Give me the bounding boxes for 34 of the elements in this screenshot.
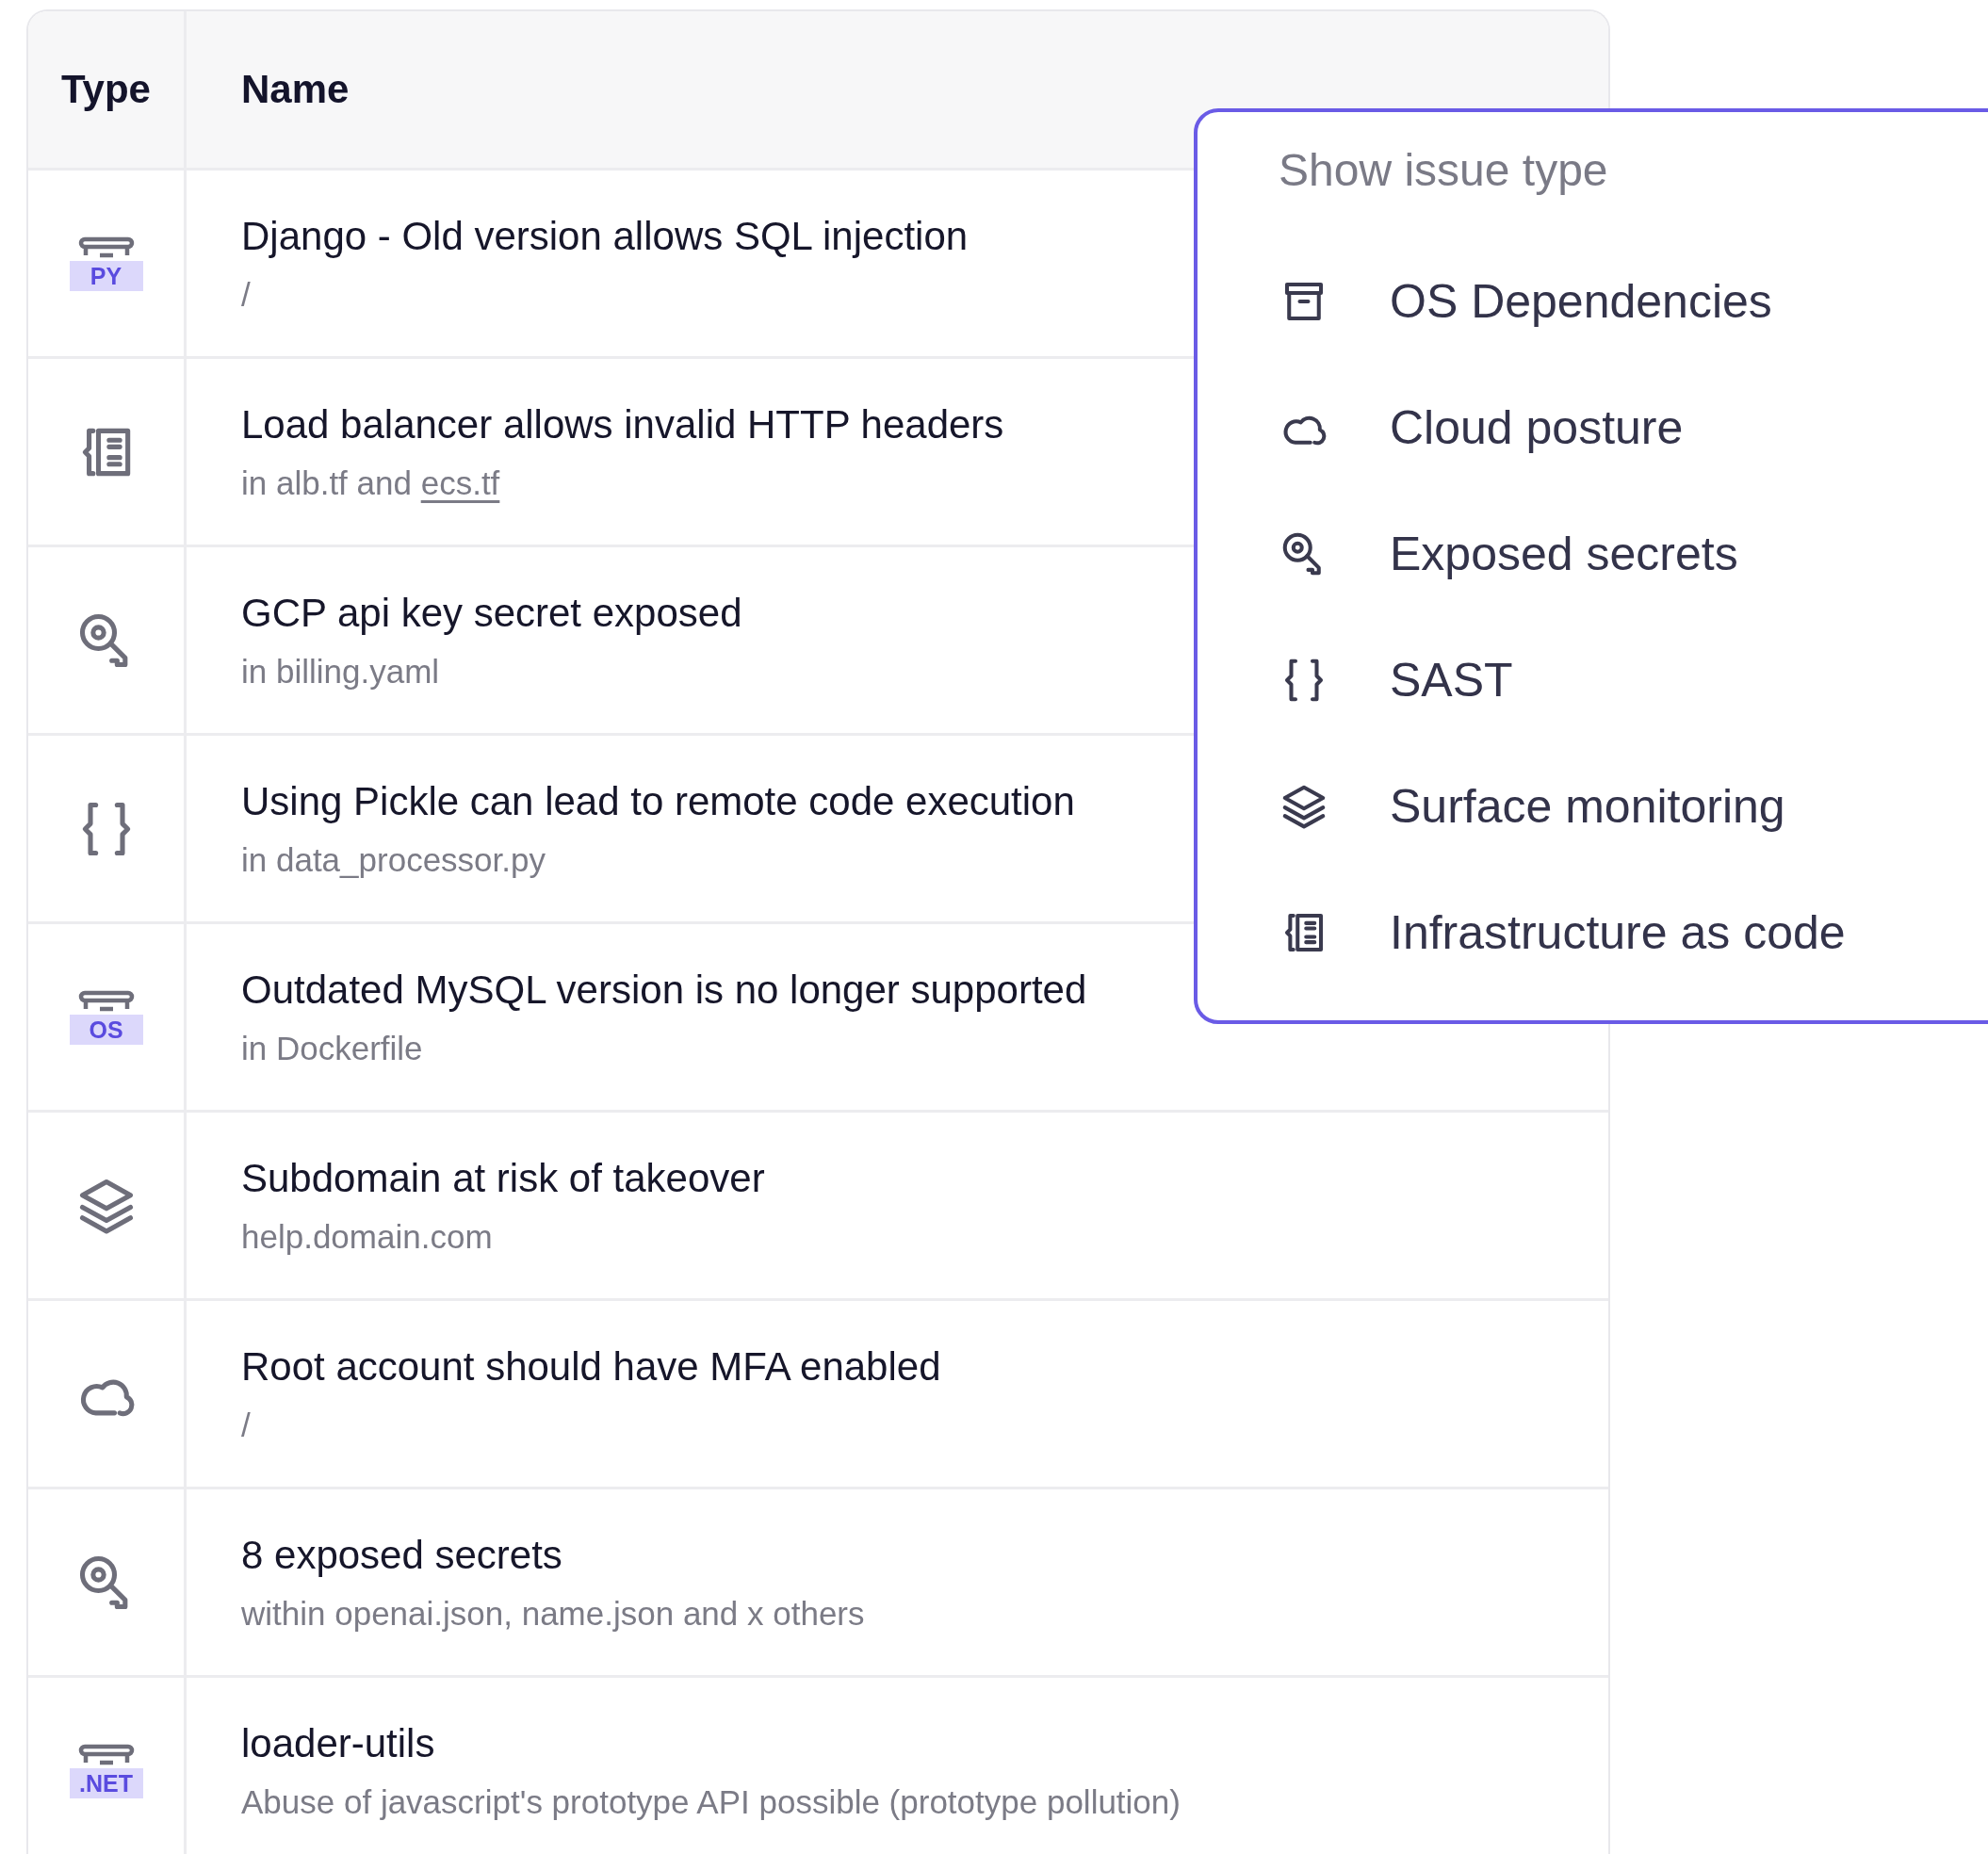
issue-location: / bbox=[241, 275, 251, 314]
issue-title: Using Pickle can lead to remote code execution bbox=[241, 778, 1075, 824]
issue-location: Abuse of javascript's prototype API possible (prototype pollution) bbox=[241, 1782, 1181, 1821]
column-header: Type bbox=[61, 67, 151, 112]
menu-item[interactable]: Exposed secrets bbox=[1279, 491, 1988, 617]
issue-location: in billing.yaml bbox=[241, 652, 440, 691]
issue-title: Subdomain at risk of takeover bbox=[241, 1155, 765, 1201]
menu-item[interactable]: Surface monitoring bbox=[1279, 743, 1988, 870]
package-label: PY bbox=[69, 260, 143, 291]
issue-location: help.domain.com bbox=[241, 1217, 493, 1256]
issue-title: loader-utils bbox=[241, 1720, 435, 1766]
file-link[interactable]: ecs.tf bbox=[420, 464, 500, 501]
box-lid-icon bbox=[77, 989, 135, 1013]
package-label: .NET bbox=[69, 1767, 143, 1798]
issue-title: Load balancer allows invalid HTTP headers bbox=[241, 401, 1004, 447]
issue-title: Root account should have MFA enabled bbox=[241, 1343, 941, 1390]
menu-item[interactable]: OS Dependencies bbox=[1279, 238, 1988, 365]
issue-location: within openai.json, name.json and x others bbox=[241, 1594, 865, 1633]
issue-location: in Dockerfile bbox=[241, 1029, 423, 1067]
issue-location: in data_processor.py bbox=[241, 840, 546, 879]
issue-title: Django - Old version allows SQL injection bbox=[241, 213, 969, 259]
package-label: OS bbox=[69, 1014, 143, 1045]
menu-item[interactable]: Infrastructure as code bbox=[1279, 870, 1988, 996]
issue-location: / bbox=[241, 1406, 251, 1444]
menu-item[interactable]: SAST bbox=[1279, 617, 1988, 743]
box-lid-icon bbox=[77, 236, 135, 259]
box-lid-icon bbox=[77, 1743, 135, 1766]
issue-location: in alb.tf and ecs.tf bbox=[241, 464, 500, 502]
column-header: Name bbox=[241, 67, 350, 112]
issue-title: 8 exposed secrets bbox=[241, 1532, 562, 1578]
issue-title: Outdated MySQL version is no longer supported bbox=[241, 967, 1087, 1013]
menu-heading: Show issue type bbox=[1279, 144, 1609, 197]
menu-item[interactable]: Cloud posture bbox=[1279, 365, 1988, 491]
issue-title: GCP api key secret exposed bbox=[241, 590, 742, 636]
